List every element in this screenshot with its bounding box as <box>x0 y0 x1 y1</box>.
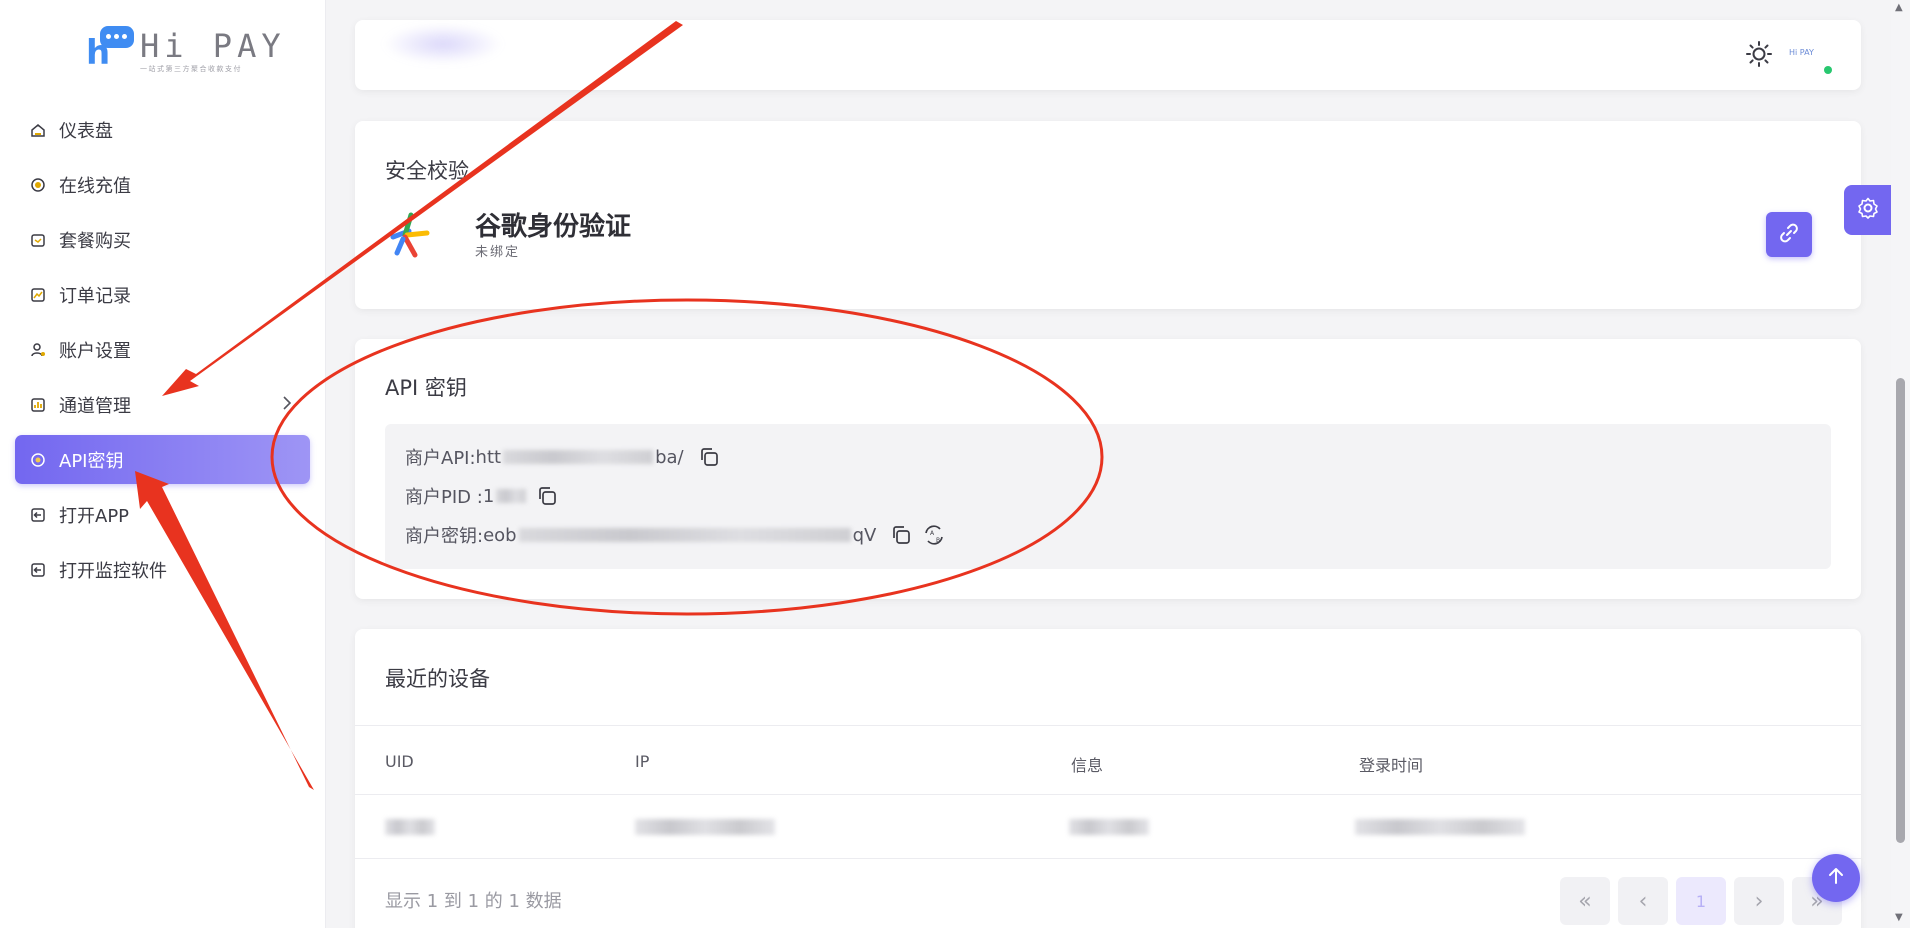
sidebar-item-channels[interactable]: 通道管理 <box>15 380 310 429</box>
sidebar-item-recharge[interactable]: 在线充值 <box>15 160 310 209</box>
api-key-box: 商户API: htt ba/ 商户PID : 1 商户密钥: eob qV AB <box>385 424 1831 569</box>
scroll-to-top-button[interactable] <box>1812 854 1860 902</box>
svg-text:B: B <box>936 537 940 544</box>
merchant-secret-label: 商户密钥: <box>405 526 484 547</box>
sidebar-item-label: 打开APP <box>59 505 130 527</box>
google-auth-status: 未绑定 <box>475 245 521 260</box>
recent-devices-card: 最近的设备 UID IP 信息 登录时间 显示 1 到 1 的 1 数据 « ‹… <box>355 629 1861 928</box>
redacted-text <box>518 528 851 542</box>
brand-tagline: 一站式第三方聚合收款支付 <box>140 65 242 73</box>
hipay-logo-icon: h <box>86 26 136 70</box>
redacted-text <box>503 450 654 464</box>
scroll-down-arrow-icon[interactable]: ▼ <box>1895 912 1903 923</box>
sidebar: h Hi PAY 一站式第三方聚合收款支付 仪表盘 在线充值 套餐购买 订单记录… <box>0 0 326 928</box>
gear-icon <box>1856 196 1880 224</box>
security-title: 安全校验 <box>385 159 469 183</box>
google-authenticator-icon <box>387 211 435 263</box>
merchant-secret-value-start: eob <box>483 524 517 546</box>
sidebar-item-open-app[interactable]: 打开APP <box>15 490 310 539</box>
sidebar-item-api-keys[interactable]: API密钥 <box>15 435 310 484</box>
redacted-uid <box>385 819 435 835</box>
google-auth-title: 谷歌身份验证 <box>475 212 632 242</box>
sidebar-item-dashboard[interactable]: 仪表盘 <box>15 105 310 154</box>
sidebar-item-label: 仪表盘 <box>59 120 113 142</box>
table-row <box>355 795 1861 859</box>
column-header[interactable]: UID <box>385 752 414 771</box>
merchant-api-row: 商户API: htt ba/ <box>405 444 720 470</box>
customizer-toggle-button[interactable] <box>1844 185 1892 235</box>
api-key-title: API 密钥 <box>385 376 467 400</box>
arrow-up-icon <box>1825 865 1847 891</box>
sidebar-item-account-settings[interactable]: 账户设置 <box>15 325 310 374</box>
regenerate-key-icon[interactable]: AB <box>922 523 946 547</box>
merchant-pid-row: 商户PID : 1 <box>405 483 558 509</box>
link-icon <box>1778 222 1800 248</box>
devices-table-header: UID IP 信息 登录时间 <box>355 725 1861 795</box>
api-key-card: API 密钥 商户API: htt ba/ 商户PID : 1 商户密钥: eo… <box>355 339 1861 599</box>
first-page-button[interactable]: « <box>1560 877 1610 925</box>
column-header[interactable]: 信息 <box>1071 752 1103 776</box>
sidebar-item-open-monitor[interactable]: 打开监控软件 <box>15 545 310 594</box>
next-page-button[interactable]: › <box>1734 877 1784 925</box>
redacted-info <box>1069 819 1149 835</box>
theme-toggle-icon[interactable] <box>1745 40 1773 72</box>
bar-chart-icon <box>29 396 47 414</box>
svg-text:A: A <box>930 530 935 537</box>
scrollbar-thumb[interactable] <box>1896 378 1905 843</box>
page-scrollbar[interactable]: ▲ ▼ <box>1891 0 1910 928</box>
brand-logo[interactable]: h Hi PAY 一站式第三方聚合收款支付 <box>86 26 286 74</box>
copy-icon[interactable] <box>890 524 912 546</box>
merchant-api-value-start: htt <box>475 446 502 468</box>
open-monitor-icon <box>29 561 47 579</box>
merchant-api-value-end: ba/ <box>655 446 684 468</box>
scroll-up-arrow-icon[interactable]: ▲ <box>1895 2 1903 13</box>
sidebar-item-label: 账户设置 <box>59 340 131 362</box>
sidebar-item-label: 套餐购买 <box>59 230 131 252</box>
copy-icon[interactable] <box>536 485 558 507</box>
security-card: 安全校验 谷歌身份验证 未绑定 <box>355 121 1861 309</box>
bind-link-button[interactable] <box>1766 212 1812 257</box>
pagination-info: 显示 1 到 1 的 1 数据 <box>385 891 562 912</box>
dashboard-icon <box>29 121 47 139</box>
sidebar-item-label: 在线充值 <box>59 175 131 197</box>
sidebar-nav: 仪表盘 在线充值 套餐购买 订单记录 账户设置 通道管理 API密钥 打开APP… <box>15 105 310 600</box>
recent-devices-title: 最近的设备 <box>385 667 490 691</box>
user-settings-icon <box>29 341 47 359</box>
redacted-text <box>496 489 527 503</box>
avatar[interactable]: Hi PAY <box>1789 48 1814 57</box>
chart-icon <box>29 286 47 304</box>
package-icon <box>29 231 47 249</box>
redacted-login-time <box>1355 819 1525 835</box>
coin-icon <box>29 176 47 194</box>
key-icon <box>29 451 47 469</box>
sidebar-item-orders[interactable]: 订单记录 <box>15 270 310 319</box>
chevron-right-icon <box>282 395 292 416</box>
copy-icon[interactable] <box>698 446 720 468</box>
sidebar-item-packages[interactable]: 套餐购买 <box>15 215 310 264</box>
sidebar-item-label: 订单记录 <box>59 285 131 307</box>
top-navbar: Hi PAY <box>355 20 1861 90</box>
redacted-ip <box>635 819 775 835</box>
merchant-secret-row: 商户密钥: eob qV AB <box>405 522 946 548</box>
current-page-button[interactable]: 1 <box>1676 877 1726 925</box>
column-header[interactable]: 登录时间 <box>1359 752 1423 776</box>
online-status-dot <box>1824 66 1832 74</box>
merchant-api-label: 商户API: <box>405 448 476 469</box>
sidebar-item-label: API密钥 <box>59 450 124 472</box>
column-header[interactable]: IP <box>635 752 649 771</box>
search-area[interactable] <box>383 24 503 64</box>
brand-name: Hi PAY <box>140 27 286 65</box>
prev-page-button[interactable]: ‹ <box>1618 877 1668 925</box>
sidebar-item-label: 打开监控软件 <box>59 560 167 582</box>
sidebar-item-label: 通道管理 <box>59 395 131 417</box>
merchant-secret-value-end: qV <box>852 524 877 546</box>
merchant-pid-label: 商户PID : <box>405 487 483 508</box>
merchant-pid-value-start: 1 <box>482 485 495 507</box>
open-app-icon <box>29 506 47 524</box>
